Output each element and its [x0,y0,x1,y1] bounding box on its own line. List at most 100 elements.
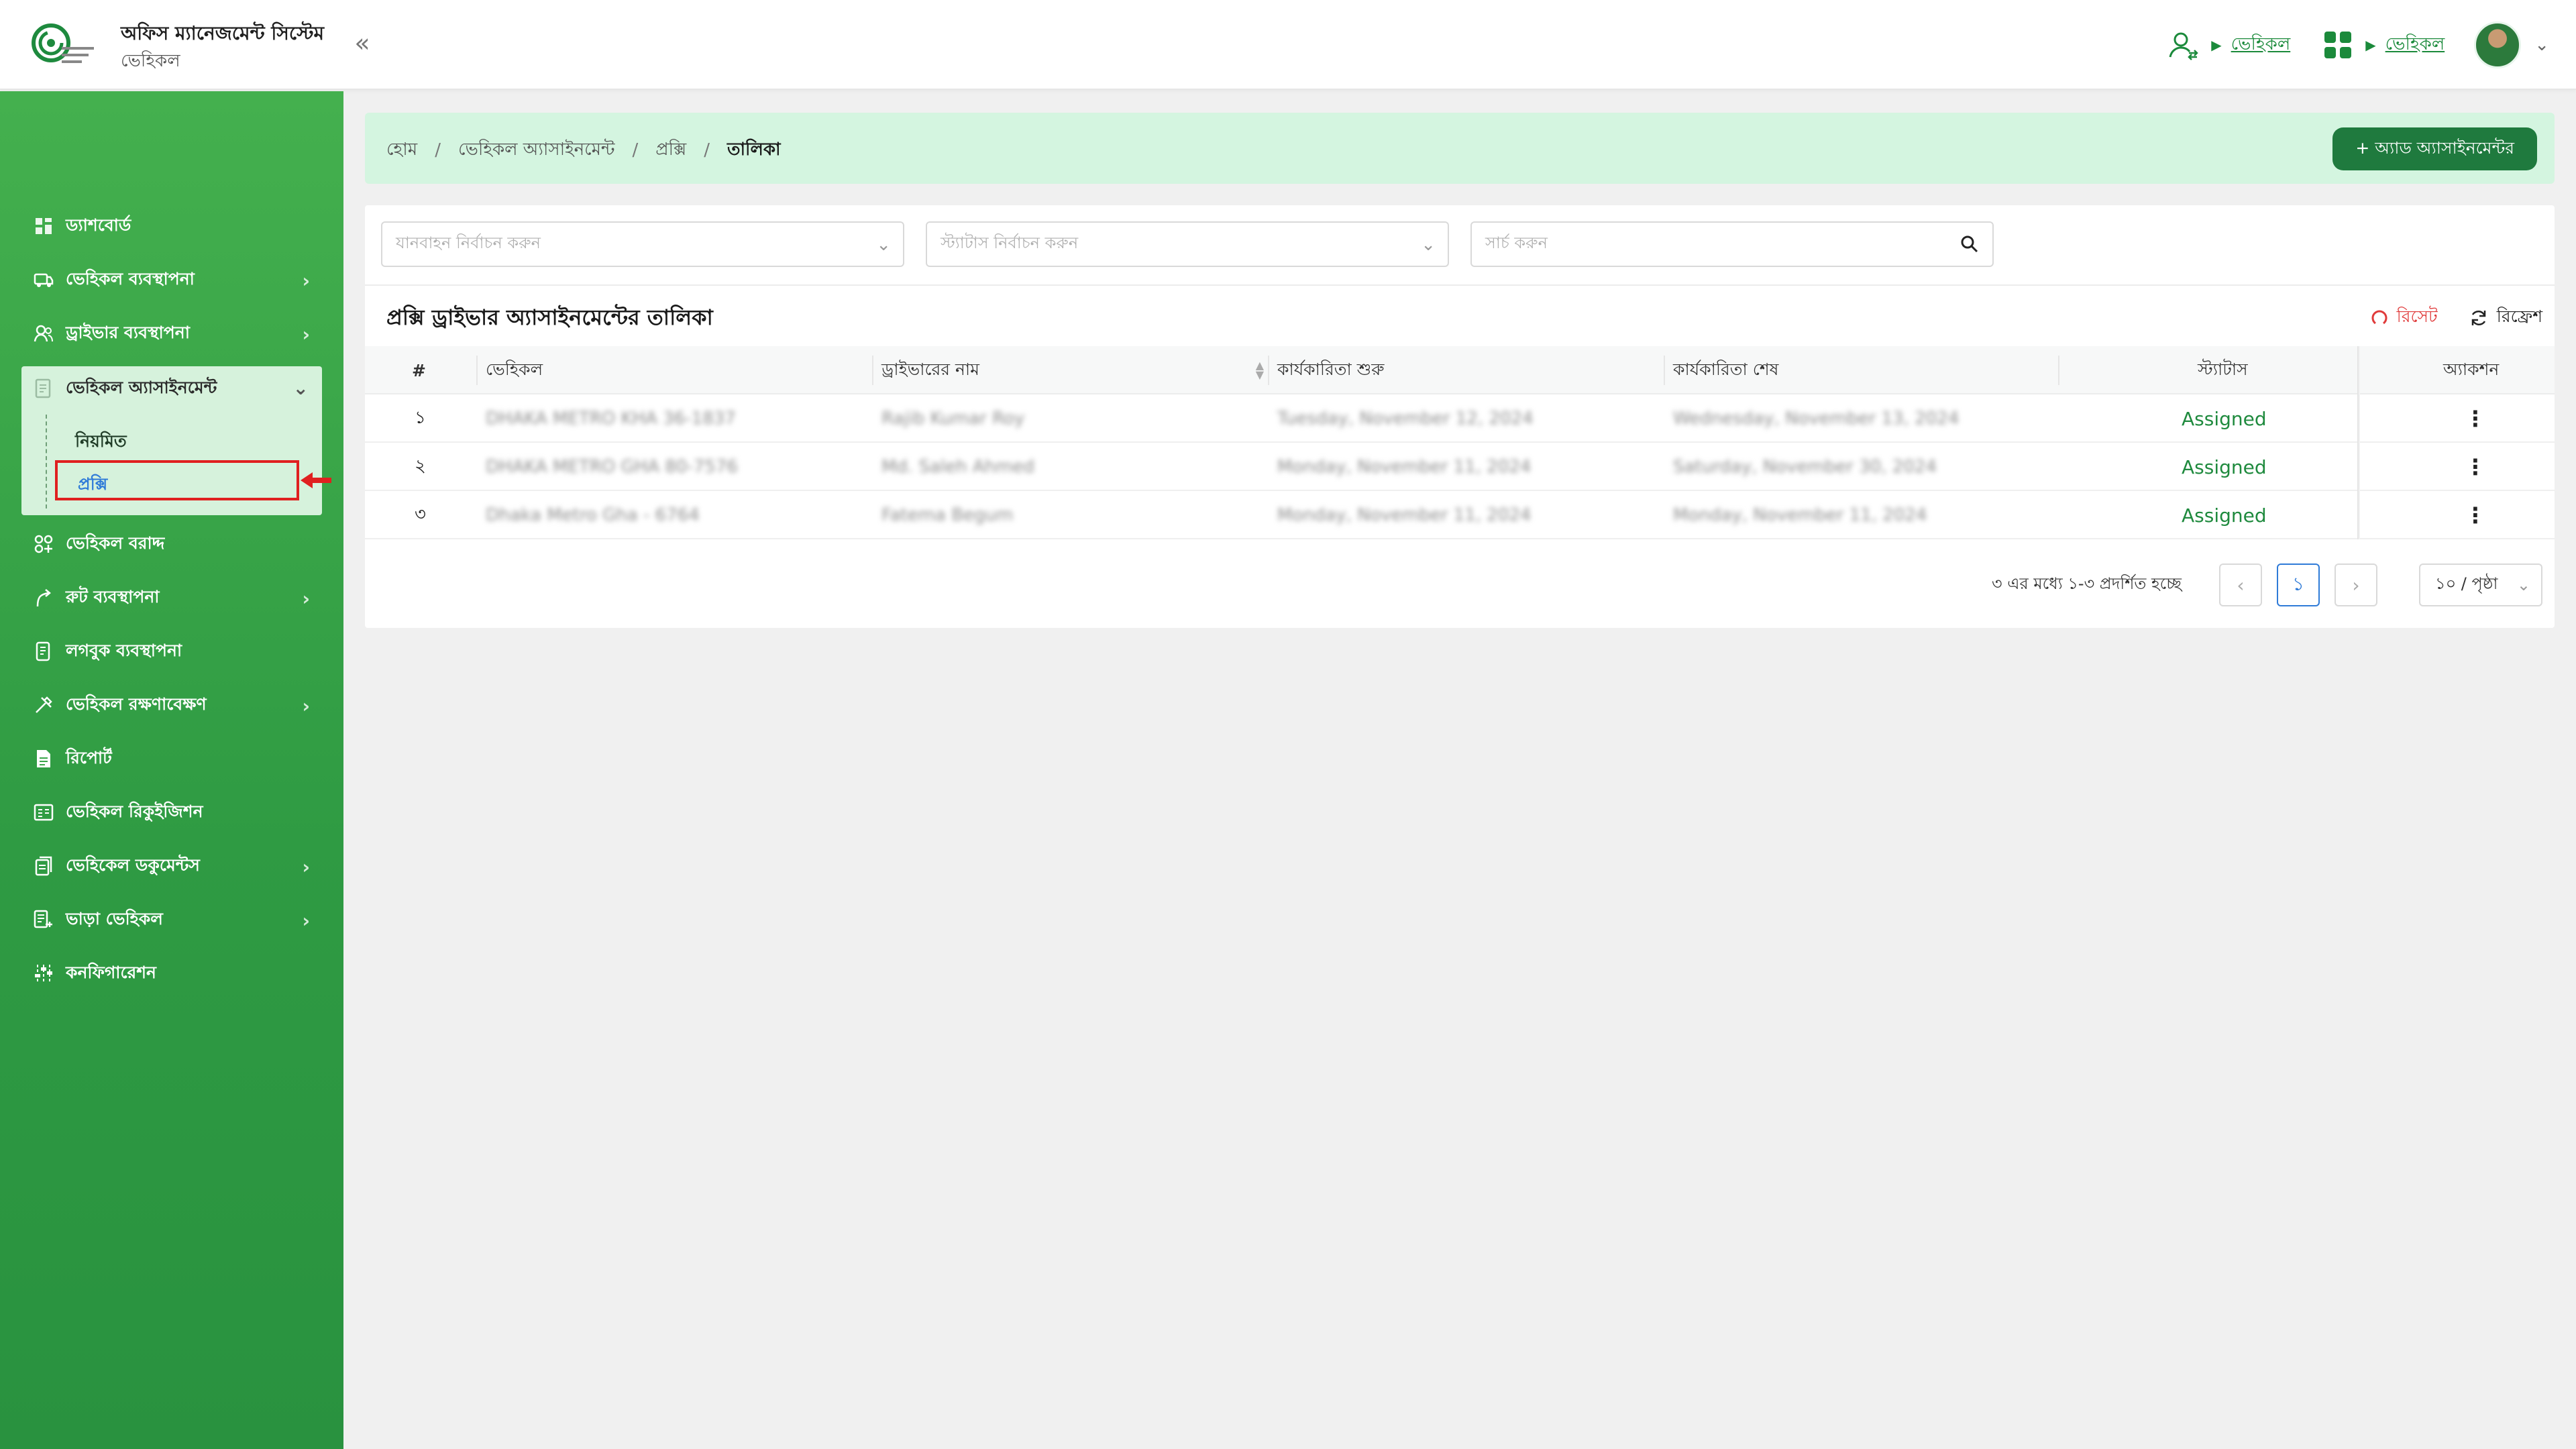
row-number: ২ [415,456,426,476]
row-number: ৩ [415,504,426,525]
col-header-start: কার্যকারিতা শুরু [1277,359,1385,379]
sidebar-item-label: লগবুক ব্যবস্থাপনা [66,640,182,660]
chevron-down-icon: ⌄ [292,377,309,399]
col-header-driver-name-label: ড্রাইভারের নাম [881,359,980,379]
col-header-driver-name[interactable]: ড্রাইভারের নাম ▲ ▼ [881,346,1275,394]
page-size-select[interactable]: ১০ / পৃষ্ঠা ⌄ [2419,564,2542,606]
header-link-vehicle-1[interactable]: ভেহিকল [2231,30,2291,60]
chevron-down-icon: ⌄ [2516,576,2530,594]
apps-grid-icon[interactable] [2320,27,2356,63]
row-vehicle: Dhaka Metro Gha - 6764 [486,505,700,525]
status-select[interactable]: স্ট্যাটাস নির্বাচন করুন ⌄ [926,221,1449,267]
caret-right-icon: ▶ [2211,37,2222,53]
breadcrumb: হোম / ভেহিকল অ্যাসাইনমেন্ট / প্রক্সি / ত… [386,136,781,165]
pagination-summary: ৩ এর মধ্যে ১-৩ প্রদর্শিত হচ্ছে [1992,574,2182,593]
sidebar-item-vehicle-requisition[interactable]: ভেহিকল রিকুইজিশন [0,789,343,836]
refresh-button[interactable]: রিফ্রেশ [2469,303,2542,332]
status-badge: Assigned [2182,504,2267,527]
tools-icon [32,694,55,716]
sidebar-subitem-proxy[interactable]: প্রক্সি [55,460,299,500]
chevron-down-icon[interactable]: ⌄ [2534,35,2549,55]
status-badge: Assigned [2182,407,2267,430]
sidebar-item-rent-vehicle[interactable]: ভাড়া ভেহিকল › [0,896,343,943]
page-button-current[interactable]: ১ [2277,564,2320,606]
row-driver: Md. Saleh Ahmed [881,457,1034,477]
vehicle-select[interactable]: যানবাহন নির্বাচন করুন ⌄ [381,221,904,267]
reset-button[interactable]: রিসেট [2370,303,2438,332]
breadcrumb-home[interactable]: হোম [386,136,417,165]
sort-icon[interactable]: ▲ ▼ [1256,360,1264,380]
sidebar-item-label: রুট ব্যবস্থাপনা [66,586,160,606]
report-icon [32,747,55,770]
breadcrumb-vehicle-assignment[interactable]: ভেহিকল অ্যাসাইনমেন্ট [458,136,615,165]
row-vehicle: DHAKA METRO KHA 36-1837 [486,409,736,429]
documents-icon [32,855,55,877]
sidebar-item-label: ভেহিকল অ্যাসাইনমেন্ট [66,377,217,397]
top-header: অফিস ম্যানেজমেন্ট সিস্টেম ভেহিকল « ▶ ভেহ… [0,0,2576,90]
sidebar-item-vehicle-allocation[interactable]: ভেহিকল বরাদ্দ [0,521,343,568]
sidebar-item-dashboard[interactable]: ড্যাশবোর্ড [0,203,343,250]
more-actions-icon[interactable]: ⋮ [2465,491,2486,539]
breadcrumb-bar: হোম / ভেহিকল অ্যাসাইনমেন্ট / প্রক্সি / ত… [365,113,2555,184]
breadcrumb-current: তালিকা [727,140,781,160]
table-row: ১ DHAKA METRO KHA 36-1837 Rajib Kumar Ro… [365,394,2555,443]
sidebar-item-vehicle-maintenance[interactable]: ভেহিকল রক্ষণাবেক্ষণ › [0,682,343,729]
chevron-right-icon: › [302,695,310,717]
row-end: Saturday, November 30, 2024 [1673,457,1937,477]
prev-page-button[interactable]: ‹ [2219,564,2262,606]
brand-logo-icon [32,23,94,63]
collapse-sidebar-button[interactable]: « [349,30,376,56]
breadcrumb-proxy[interactable]: প্রক্সি [655,136,686,165]
col-header-status: স্ট্যাটাস [2198,359,2248,379]
more-actions-icon[interactable]: ⋮ [2465,394,2486,443]
sidebar-item-route-management[interactable]: রুট ব্যবস্থাপনা › [0,574,343,621]
add-assignment-button[interactable]: + অ্যাড অ্যাসাইনমেন্টর [2332,127,2537,170]
sidebar-item-vehicle-documents[interactable]: ভেহিকেল ডকুমেন্টস › [0,843,343,890]
sidebar-item-driver-management[interactable]: ড্রাইভার ব্যবস্থাপনা › [0,310,343,357]
chevron-right-icon: › [302,323,310,345]
search-icon[interactable] [1959,233,1980,255]
user-switch-icon[interactable] [2165,27,2202,63]
col-header-end: কার্যকারিতা শেষ [1673,359,1779,379]
search-input[interactable]: সার্চ করুন [1470,221,1994,267]
breadcrumb-separator: / [632,140,639,160]
sidebar: ড্যাশবোর্ড ভেহিকল ব্যবস্থাপনা › ড্রাইভার… [0,91,343,1449]
more-actions-icon[interactable]: ⋮ [2465,443,2486,491]
row-start: Monday, November 11, 2024 [1277,457,1532,477]
sliders-icon [32,962,55,985]
sidebar-item-logbook-management[interactable]: লগবুক ব্যবস্থাপনা [0,628,343,675]
avatar[interactable] [2474,21,2522,68]
breadcrumb-separator: / [704,140,710,160]
row-end: Wednesday, November 13, 2024 [1673,409,1960,429]
rent-icon [32,908,55,931]
sidebar-subitem-regular[interactable]: নিয়মিত [75,428,127,457]
status-badge: Assigned [2182,455,2267,478]
column-separator [476,356,478,385]
sidebar-item-vehicle-management[interactable]: ভেহিকল ব্যবস্থাপনা › [0,256,343,303]
reset-icon [2371,310,2387,324]
sidebar-item-label: ভেহিকেল ডকুমেন্টস [66,855,200,875]
column-separator [1268,356,1269,385]
grid-plus-icon [32,533,55,555]
sidebar-item-label: ভেহিকল রিকুইজিশন [66,801,203,821]
route-icon [32,586,55,609]
requisition-icon [32,801,55,824]
tree-line [46,415,47,508]
col-header-vehicle: ভেহিকল [486,359,543,379]
sidebar-item-configuration[interactable]: কনফিগারেশন [0,950,343,997]
column-separator [2058,356,2059,385]
chevron-right-icon: › [302,856,310,878]
sidebar-item-label: কনফিগারেশন [66,962,156,982]
header-link-vehicle-2[interactable]: ভেহিকল [2385,30,2445,60]
sidebar-item-report[interactable]: রিপোর্ট [0,735,343,782]
row-driver: Rajib Kumar Roy [881,409,1025,429]
sidebar-item-label: ভেহিকল রক্ষণাবেক্ষণ [66,694,207,714]
row-number: ১ [415,408,426,428]
app-subtitle: ভেহিকল [121,51,180,71]
sidebar-item-vehicle-assignment[interactable]: ভেহিকল অ্যাসাইনমেন্ট ⌄ [21,366,322,411]
dashboard-icon [32,215,55,237]
column-separator [1664,356,1665,385]
row-driver: Fatema Begum [881,505,1014,525]
next-page-button[interactable]: › [2334,564,2377,606]
row-start: Tuesday, November 12, 2024 [1277,409,1534,429]
